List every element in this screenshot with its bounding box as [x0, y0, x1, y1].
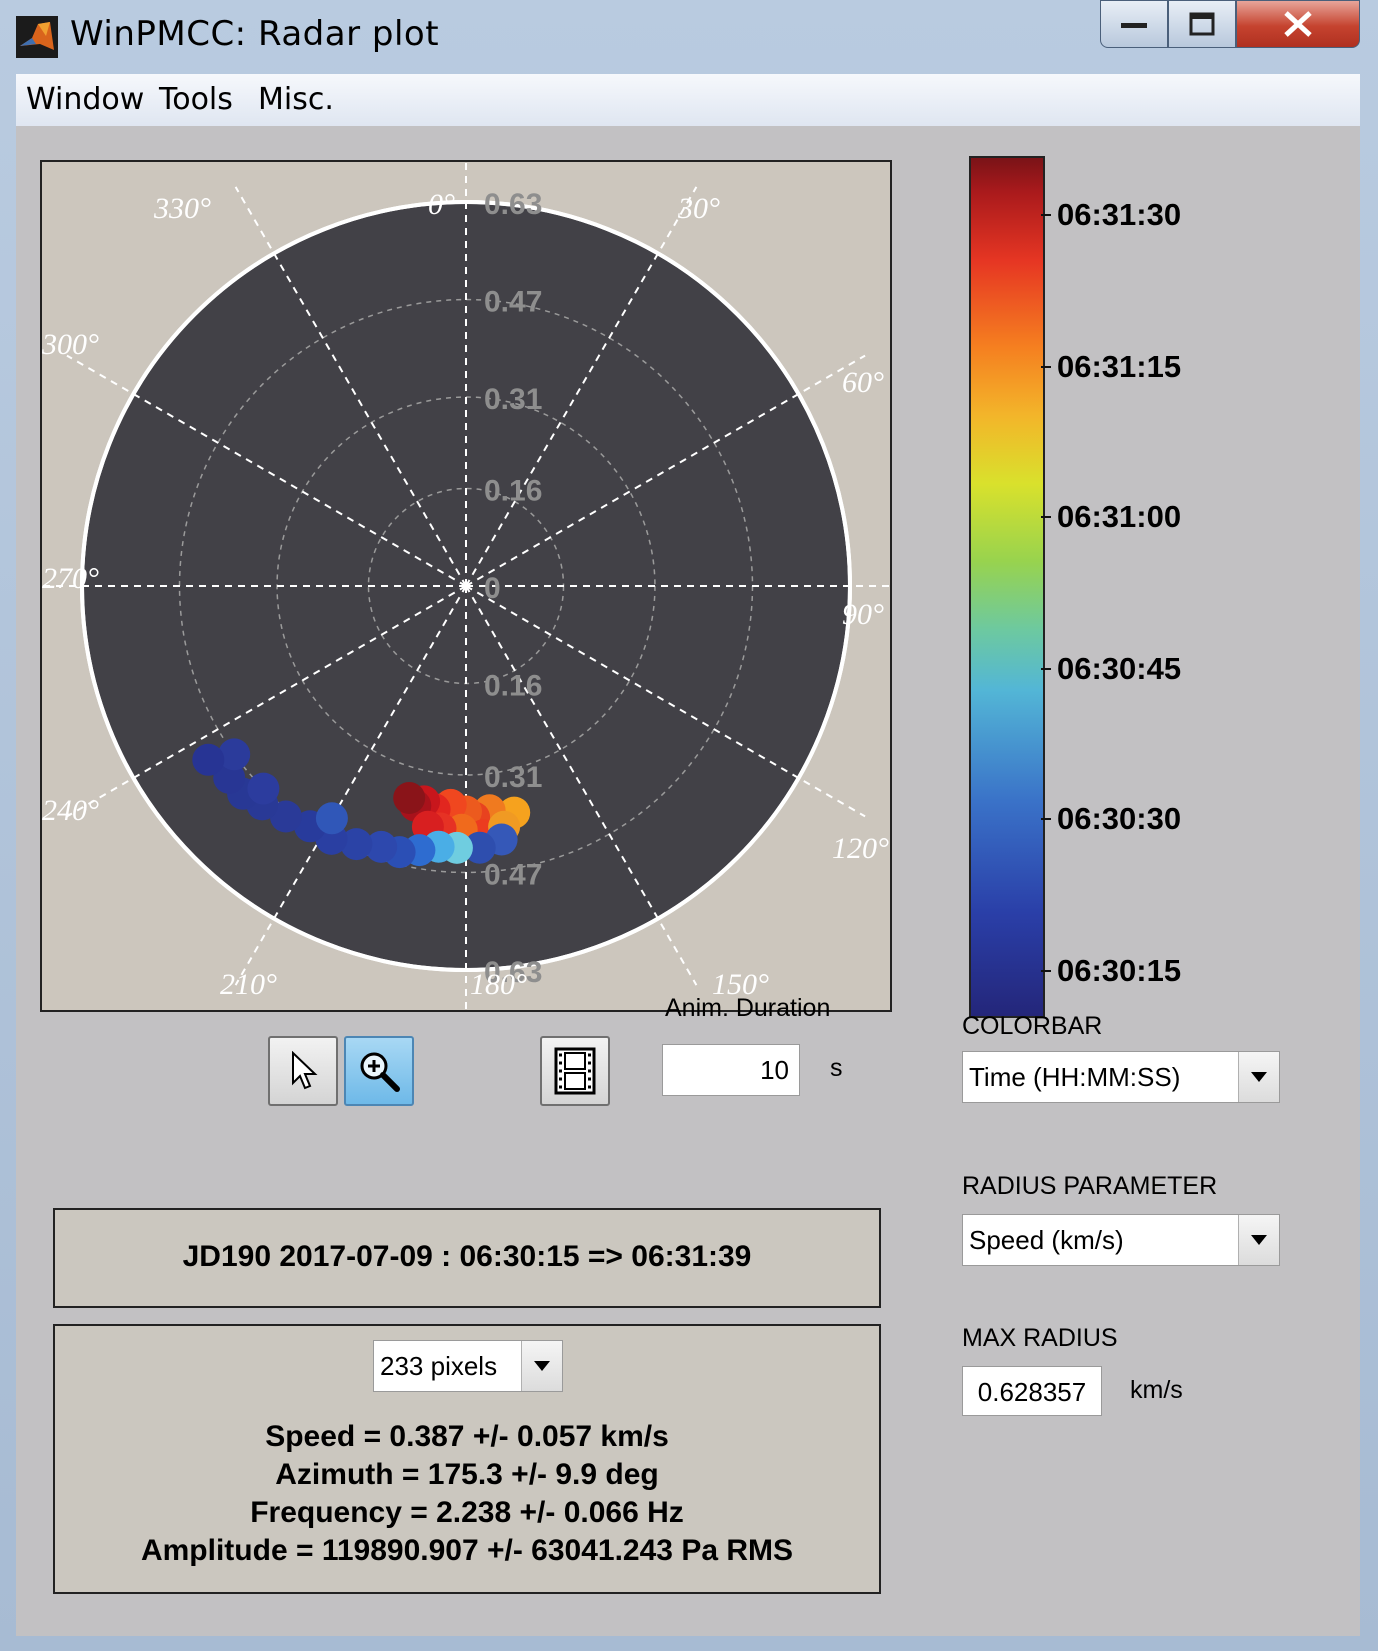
minimize-button[interactable]: [1100, 0, 1168, 48]
statistics-panel: 233 pixels Speed = 0.387 +/- 0.057 km/s …: [53, 1324, 881, 1594]
radius-param-label: RADIUS PARAMETER: [962, 1172, 1218, 1200]
maximize-icon: [1189, 12, 1215, 36]
colorbar-tick: [1041, 366, 1051, 368]
angle-tick-label: 90°: [842, 598, 884, 631]
data-point: [247, 772, 280, 805]
menu-window[interactable]: Window: [26, 82, 144, 117]
radius-tick-label: 0.47: [484, 858, 542, 891]
radar-plot[interactable]: 0.63 0.47 0.31 0.16 0 0.16 0.31 0.47 0.63 0° 30° 60…: [40, 160, 892, 1012]
maximize-button[interactable]: [1168, 0, 1236, 48]
radius-param-value: Speed (km/s): [969, 1225, 1124, 1255]
menu-tools[interactable]: Tools: [159, 82, 233, 117]
polar-chart-svg: 0.630.470.310.1600.160.310.470.630° 30°60…: [42, 162, 890, 1010]
anim-duration-label: Anim. Duration: [665, 994, 831, 1022]
angle-tick-label: 120°: [832, 832, 889, 865]
pixel-count-select[interactable]: 233 pixels: [373, 1340, 563, 1392]
data-point: [315, 802, 348, 835]
colorbar-tick-label: 06:30:15: [1057, 953, 1182, 988]
radius-tick-label: 0.31: [484, 383, 542, 416]
angle-tick-label: 0°: [428, 188, 455, 221]
radius-tick-label: 0.16: [484, 670, 542, 703]
chevron-down-icon: [1238, 1052, 1279, 1102]
colorbar-tick: [1041, 516, 1051, 518]
amplitude-stat: Amplitude = 119890.907 +/- 63041.243 Pa …: [140, 1534, 794, 1567]
minimize-icon: [1121, 23, 1147, 28]
colorbar-param-select[interactable]: Time (HH:MM:SS): [962, 1051, 1280, 1103]
radius-tick-label: 0.47: [484, 286, 542, 319]
colorbar-param-label: COLORBAR: [962, 1012, 1103, 1040]
speed-stat: Speed = 0.387 +/- 0.057 km/s: [265, 1420, 669, 1453]
frequency-stat: Frequency = 2.238 +/- 0.066 Hz: [250, 1496, 684, 1529]
colorbar-tick-label: 06:30:45: [1057, 651, 1182, 686]
film-strip-icon: [554, 1047, 596, 1095]
radius-tick-label: 0.63: [484, 188, 542, 221]
anim-duration-unit: s: [830, 1054, 843, 1082]
zoom-in-icon: [360, 1052, 400, 1092]
colorbar-tick-label: 06:30:30: [1057, 801, 1182, 836]
colorbar-tick-label: 06:31:15: [1057, 349, 1182, 384]
radius-tick-label: 0: [484, 572, 501, 605]
radius-tick-label: 0.16: [484, 474, 542, 507]
radius-param-select[interactable]: Speed (km/s): [962, 1214, 1280, 1266]
matlab-logo-icon: [16, 16, 58, 58]
angle-tick-label: 330°: [153, 192, 211, 225]
max-radius-unit: km/s: [1130, 1376, 1183, 1404]
pixel-count-value: 233 pixels: [380, 1351, 498, 1381]
data-point: [393, 782, 426, 814]
zoom-tool-button[interactable]: [344, 1036, 414, 1106]
colorbar-tick: [1041, 818, 1051, 820]
time-range-text: JD190 2017-07-09 : 06:30:15 => 06:31:39: [182, 1240, 752, 1273]
anim-duration-input[interactable]: 10: [662, 1044, 800, 1096]
animation-play-button[interactable]: [540, 1036, 610, 1106]
close-button[interactable]: [1236, 0, 1360, 48]
colorbar-tick: [1041, 970, 1051, 972]
radius-tick-label: 0.31: [484, 761, 542, 794]
azimuth-stat: Azimuth = 175.3 +/- 9.9 deg: [275, 1458, 659, 1491]
colorbar-gradient: [969, 156, 1045, 1018]
colorbar-tick: [1041, 214, 1051, 216]
angle-tick-label: 240°: [42, 794, 99, 827]
max-radius-label: MAX RADIUS: [962, 1324, 1118, 1352]
menu-bar: Window Tools Misc.: [16, 74, 1360, 127]
data-point: [192, 743, 225, 776]
angle-tick-label: 210°: [220, 968, 277, 1001]
pointer-tool-button[interactable]: [268, 1036, 338, 1106]
colorbar-param-value: Time (HH:MM:SS): [969, 1062, 1181, 1092]
client-area: 0.63 0.47 0.31 0.16 0 0.16 0.31 0.47 0.63 0° 30° 60…: [16, 126, 1360, 1636]
time-range-panel: JD190 2017-07-09 : 06:30:15 => 06:31:39: [53, 1208, 881, 1308]
colorbar-tick-label: 06:31:30: [1057, 197, 1182, 232]
angle-tick-label: 270°: [42, 562, 99, 595]
close-icon: [1284, 11, 1312, 37]
colorbar-tick: [1041, 668, 1051, 670]
chevron-down-icon: [1238, 1215, 1279, 1265]
colorbar: 06:31:30 06:31:15 06:31:00 06:30:45 06:30:30…: [969, 156, 1349, 1026]
colorbar-tick-label: 06:31:00: [1057, 499, 1182, 534]
angle-tick-label: 180°: [470, 968, 527, 1001]
angle-tick-label: 300°: [42, 328, 99, 361]
angle-tick-label: 30°: [677, 192, 720, 225]
pointer-cursor-icon: [292, 1051, 318, 1090]
chevron-down-icon: [521, 1341, 562, 1391]
title-bar[interactable]: WinPMCC: Radar plot: [0, 0, 1378, 70]
max-radius-input[interactable]: 0.628357: [962, 1366, 1102, 1416]
menu-misc[interactable]: Misc.: [258, 82, 334, 117]
window-title: WinPMCC: Radar plot: [70, 14, 440, 54]
radar-plot-window: WinPMCC: Radar plot Window Tools Misc. 0…: [0, 0, 1378, 1651]
angle-tick-label: 60°: [842, 366, 884, 399]
